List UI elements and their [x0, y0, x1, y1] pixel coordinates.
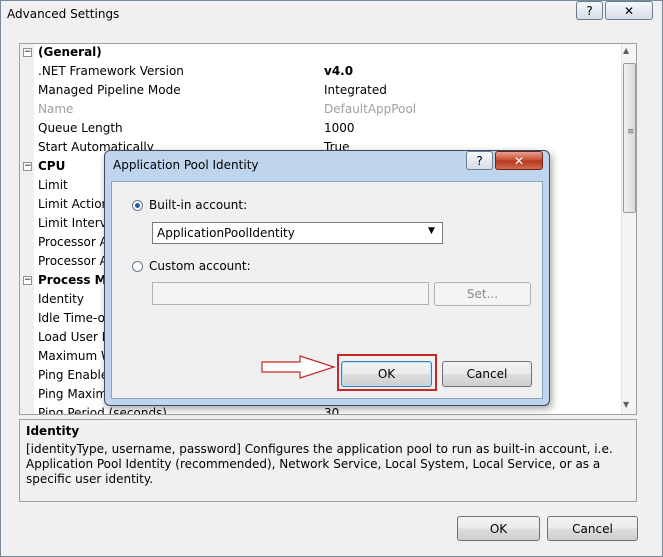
property-label: Managed Pipeline Mode — [38, 83, 181, 97]
property-row[interactable]: .NET Framework Version v4.0 — [20, 63, 621, 82]
property-value[interactable]: DefaultAppPool — [324, 102, 416, 116]
property-row[interactable]: Queue Length 1000 — [20, 120, 621, 139]
scroll-thumb[interactable] — [623, 63, 636, 213]
collapse-icon[interactable]: − — [23, 48, 32, 57]
close-button[interactable]: ✕ — [605, 1, 653, 20]
property-row[interactable]: Ping Period (seconds) 30 — [20, 405, 621, 415]
custom-account-radio[interactable] — [132, 261, 143, 272]
annotation-arrow-icon — [261, 355, 336, 379]
property-value[interactable]: Integrated — [324, 83, 387, 97]
collapse-icon[interactable]: − — [23, 276, 32, 285]
set-button[interactable]: Set... — [434, 282, 531, 306]
description-title: Identity — [26, 424, 80, 438]
property-value[interactable]: 1000 — [324, 121, 355, 135]
collapse-icon[interactable]: − — [23, 162, 32, 171]
property-label: CPU — [38, 159, 66, 173]
description-text: [identityType, username, password] Confi… — [26, 442, 613, 486]
scroll-down-icon[interactable]: ▼ — [623, 400, 629, 409]
property-label: Maximum W — [38, 349, 113, 363]
builtin-account-label[interactable]: Built-in account: — [149, 198, 247, 212]
property-label: .NET Framework Version — [38, 64, 184, 78]
ok-button[interactable]: OK — [457, 516, 540, 541]
scroll-up-icon[interactable]: ▲ — [623, 46, 629, 55]
custom-account-label[interactable]: Custom account: — [149, 259, 251, 273]
window-title: Advanced Settings — [7, 7, 120, 21]
identity-dialog: Application Pool Identity ? ✕ Built-in a… — [104, 150, 550, 406]
category-row[interactable]: − (General) — [20, 44, 621, 63]
property-label: Processor Af — [38, 254, 112, 268]
builtin-account-select[interactable]: ApplicationPoolIdentity ▼ — [152, 222, 443, 244]
cancel-button[interactable]: Cancel — [547, 516, 638, 541]
property-value[interactable]: v4.0 — [324, 64, 353, 78]
dialog-close-button[interactable]: ✕ — [495, 151, 543, 170]
property-label: Processor Af — [38, 235, 112, 249]
builtin-account-radio[interactable] — [132, 200, 143, 211]
radio-selected-dot — [135, 203, 140, 208]
help-button[interactable]: ? — [576, 1, 603, 20]
chevron-down-icon[interactable]: ▼ — [428, 226, 435, 236]
dialog-title: Application Pool Identity — [113, 158, 259, 172]
property-label: Ping Period (seconds) — [38, 406, 167, 415]
property-label: Load User Pr — [38, 330, 114, 344]
property-label: Limit Action — [38, 197, 110, 211]
dialog-ok-button[interactable]: OK — [341, 361, 432, 387]
property-label: Limit Interva — [38, 216, 115, 230]
scroll-grip-icon: ≡ — [627, 127, 635, 137]
property-label: Queue Length — [38, 121, 123, 135]
property-label: Idle Time-ou — [38, 311, 113, 325]
property-label: Limit — [38, 178, 68, 192]
description-pane: Identity [identityType, username, passwo… — [19, 419, 637, 502]
custom-account-input[interactable] — [152, 282, 429, 305]
property-row[interactable]: Managed Pipeline Mode Integrated — [20, 82, 621, 101]
builtin-account-value: ApplicationPoolIdentity — [157, 226, 295, 240]
dialog-help-button[interactable]: ? — [466, 151, 493, 170]
property-label: (General) — [38, 45, 102, 59]
property-label: Name — [38, 102, 74, 116]
property-label: Identity — [38, 292, 84, 306]
dialog-cancel-button[interactable]: Cancel — [442, 361, 532, 387]
property-value[interactable]: 30 — [324, 406, 339, 414]
property-row[interactable]: Name DefaultAppPool — [20, 101, 621, 120]
dialog-body: Built-in account: ApplicationPoolIdentit… — [111, 181, 543, 399]
